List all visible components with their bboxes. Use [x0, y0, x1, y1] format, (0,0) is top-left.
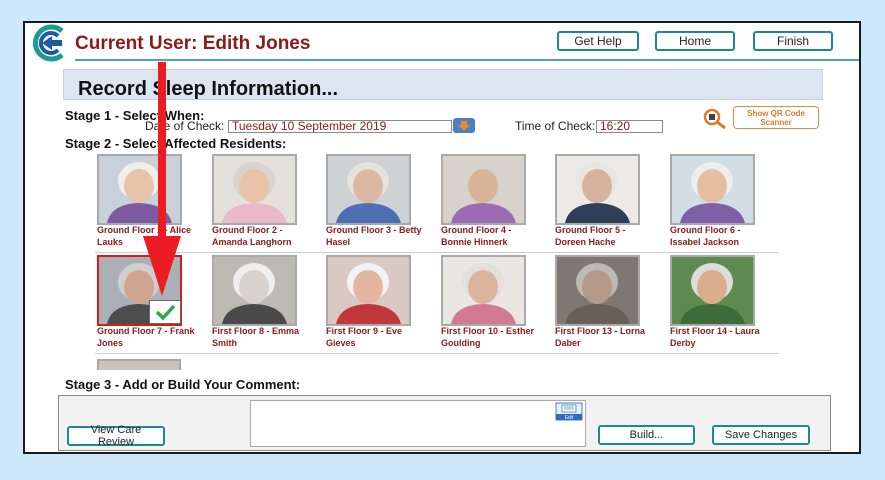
- comment-panel: View Care Review Edit Build... Save Chan…: [58, 395, 831, 451]
- resident-tile[interactable]: Ground Floor 7 - Frank Jones: [97, 255, 197, 355]
- date-of-check-field[interactable]: Tuesday 10 September 2019: [228, 120, 452, 133]
- resident-tile[interactable]: First Floor 10 - Esther Goulding: [441, 255, 541, 355]
- resident-tile[interactable]: Ground Floor 5 - Doreen Hache: [555, 154, 655, 254]
- view-care-review-button[interactable]: View Care Review: [67, 424, 165, 448]
- resident-name: Ground Floor 7 - Frank Jones: [97, 326, 195, 348]
- resident-name: Ground Floor 3 - Betty Hasel: [326, 225, 422, 247]
- resident-tile[interactable]: Ground Floor 1 - Alice Lauks: [97, 154, 197, 254]
- time-of-check-label: Time of Check:: [515, 119, 596, 133]
- get-help-button[interactable]: Get Help: [557, 31, 639, 51]
- resident-name: Ground Floor 1 - Alice Lauks: [97, 225, 192, 247]
- resident-tile[interactable]: First Floor 13 - Lorna Daber: [555, 255, 655, 355]
- resident-photo[interactable]: [670, 154, 755, 225]
- resident-photo[interactable]: [555, 255, 640, 326]
- app-logo-icon: [32, 24, 64, 62]
- page-title: Record Sleep Information...: [78, 78, 339, 100]
- edit-comment-icon[interactable]: Edit: [555, 402, 583, 421]
- comment-textarea[interactable]: [250, 400, 586, 447]
- row-divider: [95, 252, 779, 253]
- resident-tile[interactable]: First Floor 8 - Emma Smith: [212, 255, 312, 355]
- resident-tile[interactable]: Ground Floor 3 - Betty Hasel: [326, 154, 426, 254]
- stage3-heading: Stage 3 - Add or Build Your Comment:: [65, 377, 301, 392]
- stage2-heading: Stage 2 - Select Affected Residents:: [65, 136, 287, 151]
- app-window: Current User: Edith Jones Get Help Home …: [23, 21, 861, 454]
- resident-name: First Floor 13 - Lorna Daber: [555, 326, 646, 348]
- resident-name: First Floor 14 - Laura Derby: [670, 326, 760, 348]
- header-divider: [75, 59, 859, 61]
- edit-icon-label: Edit: [565, 415, 574, 421]
- resident-name: First Floor 9 - Eve Gieves: [326, 326, 403, 348]
- date-of-check-label: Date of Check:: [145, 119, 225, 133]
- time-of-check-field[interactable]: 16:20: [596, 120, 663, 133]
- date-picker-button[interactable]: [453, 118, 475, 133]
- resident-photo[interactable]: [97, 154, 182, 225]
- resident-photo[interactable]: [670, 255, 755, 326]
- resident-photo-partial[interactable]: [97, 359, 181, 370]
- resident-name: Ground Floor 6 - Issabel Jackson: [670, 225, 741, 247]
- home-button[interactable]: Home: [655, 31, 735, 51]
- resident-name: Ground Floor 5 - Doreen Hache: [555, 225, 626, 247]
- show-qr-scanner-button[interactable]: Show QR Code Scanner: [702, 106, 820, 130]
- resident-tile[interactable]: First Floor 9 - Eve Gieves: [326, 255, 426, 355]
- qr-scanner-label: Show QR Code Scanner: [733, 106, 819, 129]
- resident-name: First Floor 10 - Esther Goulding: [441, 326, 535, 348]
- resident-photo[interactable]: [326, 255, 411, 326]
- current-user-title: Current User: Edith Jones: [75, 33, 311, 54]
- page-title-bar: Record Sleep Information...: [63, 69, 823, 100]
- resident-photo[interactable]: [555, 154, 640, 225]
- resident-tile[interactable]: Ground Floor 2 - Amanda Langhorn: [212, 154, 312, 254]
- magnifier-icon: [703, 108, 726, 130]
- resident-name: Ground Floor 2 - Amanda Langhorn: [212, 225, 292, 247]
- save-changes-button[interactable]: Save Changes: [712, 425, 810, 445]
- resident-photo[interactable]: [441, 154, 526, 225]
- resident-tile[interactable]: Ground Floor 6 - Issabel Jackson: [670, 154, 770, 254]
- build-button[interactable]: Build...: [598, 425, 695, 445]
- row-divider: [95, 353, 779, 354]
- resident-photo[interactable]: [212, 154, 297, 225]
- resident-photo[interactable]: [441, 255, 526, 326]
- calendar-icon: [458, 120, 470, 131]
- resident-photo[interactable]: [326, 154, 411, 225]
- resident-name: First Floor 8 - Emma Smith: [212, 326, 300, 348]
- resident-tile[interactable]: First Floor 14 - Laura Derby: [670, 255, 770, 355]
- resident-photo[interactable]: [212, 255, 297, 326]
- resident-name: Ground Floor 4 - Bonnie Hinnerk: [441, 225, 512, 247]
- finish-button[interactable]: Finish: [753, 31, 833, 51]
- resident-tile[interactable]: Ground Floor 4 - Bonnie Hinnerk: [441, 154, 541, 254]
- selected-check-icon: [149, 300, 181, 324]
